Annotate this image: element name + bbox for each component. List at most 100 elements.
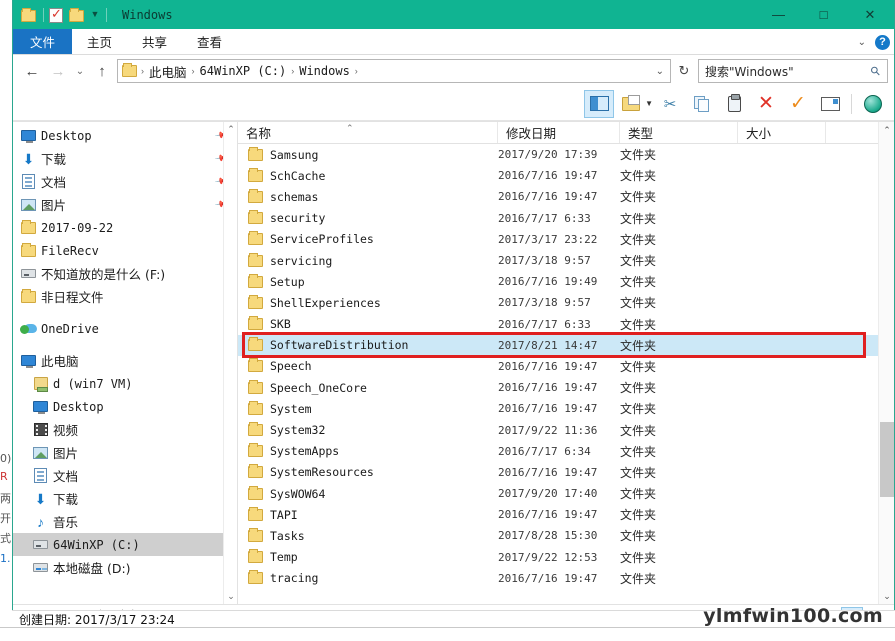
paste-button[interactable] [719, 90, 749, 118]
new-folder-button[interactable] [616, 90, 646, 118]
tab-home[interactable]: 主页 [72, 29, 127, 54]
file-name-label: SKB [270, 317, 291, 332]
sidebar-item--[interactable]: ⬇ 下载 📌 [13, 147, 237, 170]
table-row[interactable]: Setup 2016/7/16 19:49 文件夹 [238, 271, 894, 292]
sidebar-item--[interactable]: 此电脑 [13, 349, 237, 372]
sidebar-item--[interactable]: ⬇ 下载 [13, 487, 237, 510]
table-row[interactable]: SoftwareDistribution 2017/8/21 14:47 文件夹 [238, 334, 894, 356]
table-row[interactable]: System 2016/7/16 19:47 文件夹 [238, 398, 894, 419]
table-row[interactable]: tracing 2016/7/16 19:47 文件夹 [238, 568, 894, 589]
table-row[interactable]: security 2016/7/17 6:33 文件夹 [238, 208, 894, 229]
table-row[interactable]: SystemResources 2016/7/16 19:47 文件夹 [238, 462, 894, 483]
table-row[interactable]: System32 2017/9/22 11:36 文件夹 [238, 419, 894, 440]
minimize-button[interactable]: — [756, 0, 801, 29]
table-row[interactable]: Samsung 2017/9/20 17:39 文件夹 [238, 144, 894, 165]
sidebar-item-desktop[interactable]: Desktop 📌 [13, 124, 237, 147]
search-input[interactable]: 搜索"Windows" ⚲ [698, 59, 888, 83]
table-row[interactable]: SysWOW64 2017/9/20 17:40 文件夹 [238, 483, 894, 504]
forward-button[interactable]: → [45, 58, 71, 84]
list-scroll-thumb[interactable] [880, 422, 894, 497]
watermark: ylmfwin100.com [703, 605, 883, 627]
sidebar-item--[interactable]: ♪ 音乐 [13, 510, 237, 533]
list-scroll-up-icon[interactable]: ⌃ [879, 122, 895, 138]
sidebar-item-2017-09-22[interactable]: 2017-09-22 [13, 216, 237, 239]
close-button[interactable]: ✕ [846, 0, 894, 29]
sidebar-item-d-win7-vm-[interactable]: d (win7 VM) [13, 372, 237, 395]
breadcrumb-item-1[interactable]: 64WinXP (C:) [197, 64, 290, 78]
preview-pane-button[interactable] [584, 89, 615, 118]
sidebar-item--f-[interactable]: 不知道放的是什么 (F:) [13, 262, 237, 285]
file-date-cell: 2016/7/16 19:47 [498, 508, 598, 522]
qat-chevron-down-icon[interactable]: ▼ [89, 6, 101, 23]
table-row[interactable]: SchCache 2016/7/16 19:47 文件夹 [238, 165, 894, 186]
tab-share[interactable]: 共享 [127, 29, 182, 54]
file-date-cell: 2016/7/16 19:47 [498, 465, 598, 479]
nav-scroll-down-icon[interactable]: ⌄ [224, 589, 237, 604]
table-row[interactable]: servicing 2017/3/18 9:57 文件夹 [238, 250, 894, 271]
column-header-type[interactable]: 类型 [620, 122, 738, 143]
file-list-scrollbar[interactable]: ⌃ ⌄ [878, 122, 894, 604]
table-row[interactable]: SystemApps 2016/7/17 6:34 文件夹 [238, 441, 894, 462]
table-row[interactable]: schemas 2016/7/16 19:47 文件夹 [238, 186, 894, 207]
file-name-cell: SoftwareDistribution [238, 337, 498, 352]
table-row[interactable]: Tasks 2017/8/28 15:30 文件夹 [238, 525, 894, 546]
tab-file[interactable]: 文件 [13, 29, 73, 54]
sidebar-item--[interactable]: 图片 📌 [13, 193, 237, 216]
table-row[interactable]: Temp 2017/9/22 12:53 文件夹 [238, 547, 894, 568]
sidebar-item-desktop[interactable]: Desktop [13, 395, 237, 418]
rename-button[interactable] [815, 90, 845, 118]
file-date-cell: 2017/8/28 15:30 [498, 529, 598, 543]
sidebar-item--[interactable]: 视频 [13, 418, 237, 441]
sidebar-item-filerecv[interactable]: FileRecv [13, 239, 237, 262]
cut-button[interactable]: ✂ [655, 90, 685, 118]
list-scroll-down-icon[interactable]: ⌄ [879, 588, 895, 604]
browser-button[interactable] [858, 90, 888, 118]
qat-folder2-icon[interactable] [69, 6, 86, 23]
column-headers: 名称 ⌃ 修改日期 类型 大小 [238, 122, 894, 144]
ribbon-collapse-chevron-icon[interactable]: ⌄ [858, 37, 866, 48]
address-dropdown-chevron-icon[interactable]: ⌄ [656, 66, 664, 77]
refresh-button[interactable]: ↻ [673, 59, 695, 83]
delete-button[interactable]: ✕ [751, 90, 781, 118]
file-name-label: security [270, 211, 326, 226]
up-button[interactable]: ↑ [89, 58, 115, 84]
sidebar-item-64winxp-c-[interactable]: 64WinXP (C:) [13, 533, 237, 556]
table-row[interactable]: Speech_OneCore 2016/7/16 19:47 文件夹 [238, 377, 894, 398]
folder-icon [248, 294, 263, 309]
sidebar-item--[interactable]: 文档 📌 [13, 170, 237, 193]
qat-folder-icon[interactable] [21, 6, 38, 23]
recent-locations-button[interactable]: ⌄ [71, 58, 89, 84]
file-name-cell: Speech_OneCore [238, 379, 498, 395]
sidebar-item--[interactable]: 图片 [13, 441, 237, 464]
help-icon[interactable]: ? [875, 34, 890, 50]
table-row[interactable]: ServiceProfiles 2017/3/17 23:22 文件夹 [238, 229, 894, 250]
table-row[interactable]: SKB 2016/7/17 6:33 文件夹 [238, 314, 894, 335]
breadcrumb-item-0[interactable]: 此电脑 [146, 62, 190, 81]
folder-icon [248, 485, 263, 500]
column-header-date[interactable]: 修改日期 [498, 122, 620, 143]
back-button[interactable]: ← [19, 58, 45, 84]
table-row[interactable]: Speech 2016/7/16 19:47 文件夹 [238, 356, 894, 377]
column-header-name[interactable]: 名称 ⌃ [238, 122, 498, 143]
tab-view[interactable]: 查看 [182, 29, 237, 54]
table-row[interactable]: ShellExperiences 2017/3/18 9:57 文件夹 [238, 292, 894, 313]
folder-icon [248, 188, 263, 203]
sidebar-item-onedrive[interactable]: OneDrive [13, 317, 237, 340]
new-folder-chevron-down-icon[interactable]: ▼ [645, 99, 653, 108]
sidebar-item--d-[interactable]: 本地磁盘 (D:) [13, 556, 237, 579]
folder-icon [248, 231, 263, 246]
maximize-button[interactable]: □ [801, 0, 846, 29]
file-name-label: schemas [270, 189, 319, 204]
column-header-size[interactable]: 大小 [738, 122, 826, 143]
qat-properties-icon[interactable] [49, 6, 66, 23]
nav-scroll-up-icon[interactable]: ⌃ [224, 122, 237, 137]
copy-button[interactable] [687, 90, 717, 118]
navigation-scrollbar[interactable]: ⌃ ⌄ [223, 122, 237, 604]
sidebar-item--[interactable]: 非日程文件 [13, 285, 237, 308]
breadcrumb-item-2[interactable]: Windows [296, 64, 353, 78]
edge-text-0: 0) [0, 452, 12, 465]
confirm-button[interactable]: ✓ [783, 90, 813, 118]
table-row[interactable]: TAPI 2016/7/16 19:47 文件夹 [238, 504, 894, 525]
sidebar-item--[interactable]: 文档 [13, 464, 237, 487]
breadcrumb[interactable]: › 此电脑 › 64WinXP (C:) › Windows › ⌄ [117, 59, 671, 83]
